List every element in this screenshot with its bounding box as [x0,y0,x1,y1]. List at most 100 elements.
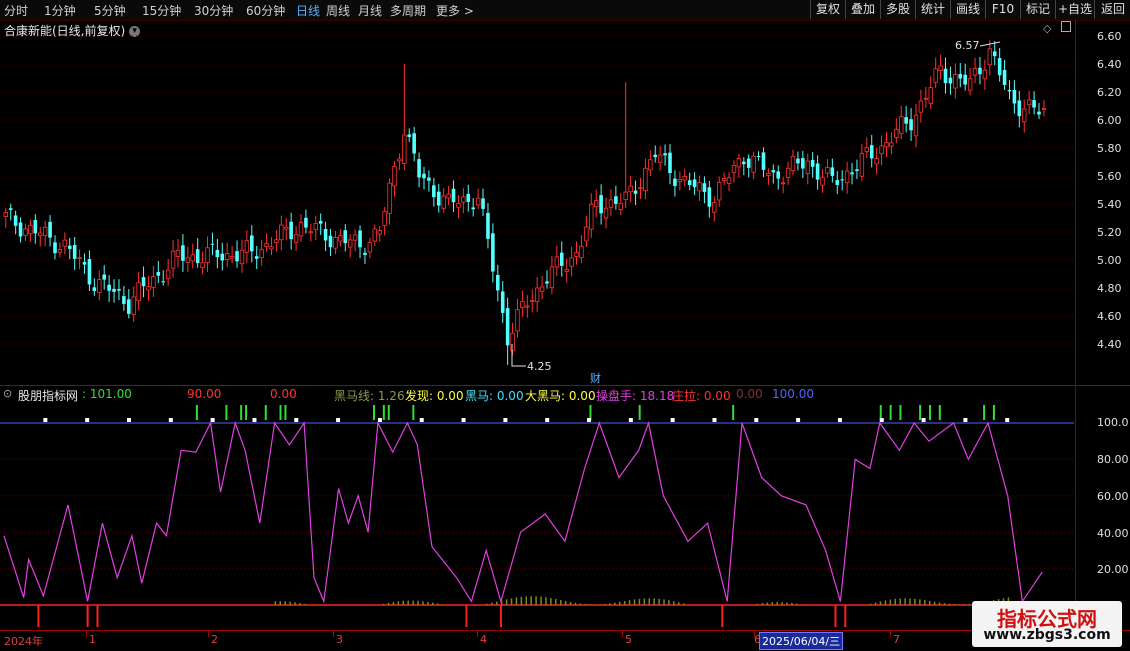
heimaxian-bar [589,604,591,605]
heimaxian-bar [761,603,764,605]
signal-bar [264,405,267,420]
heimaxian-bar [874,602,877,605]
signal-bar [879,405,882,420]
x-separator [622,631,623,637]
price-label: 6.00 [1097,114,1122,127]
marker-square [1005,418,1010,422]
indicator-chart[interactable] [0,0,1074,630]
price-label: 6.60 [1097,30,1122,43]
signal-bar [279,405,282,420]
signal-bar [589,405,592,420]
heimaxian-bar [633,599,636,605]
marker-square [796,418,801,422]
marker-square [503,418,508,422]
heimaxian-bar [953,604,956,605]
heimaxian-bar [899,598,901,605]
x-label: 2024年 [4,635,43,648]
x-separator [208,631,209,637]
signal-bar [899,405,902,420]
heimaxian-bar [766,602,769,605]
x-label: 2 [211,633,218,646]
marker-square [879,418,884,422]
heimaxian-bar [441,604,444,605]
heimaxian-bar [604,603,606,605]
marker-square [587,418,592,422]
x-separator [86,631,87,637]
heimaxian-bar [678,602,680,605]
heimaxian-bar [486,603,488,605]
price-label: 5.60 [1097,170,1122,183]
heimaxian-bar [673,601,675,605]
heimaxian-bar [402,600,405,605]
heimaxian-bar [948,603,951,605]
heimaxian-bar [496,601,498,605]
heimaxian-bar [279,601,282,605]
indicator-axis-label: 40.00 [1097,527,1129,540]
heimaxian-bar [289,601,291,605]
heimaxian-bar [599,604,601,605]
heimaxian-bar [619,601,621,605]
price-label: 5.00 [1097,254,1122,267]
price-label: 5.80 [1097,142,1122,155]
heimaxian-bar [668,600,670,605]
x-label: 4 [480,633,487,646]
x-separator [890,631,891,637]
heimaxian-bar [968,604,970,605]
heimaxian-bar [928,600,931,605]
heimaxian-bar [530,596,532,605]
price-label: 6.20 [1097,86,1122,99]
heimaxian-bar [648,598,651,605]
heimaxian-bar [505,599,508,605]
heimaxian-bar [963,604,965,605]
heimaxian-bar [574,602,577,605]
heimaxian-bar [520,596,523,605]
heimaxian-bar [515,597,518,605]
x-label: 7 [893,633,900,646]
marker-square [837,418,842,422]
heimaxian-bar [284,601,286,605]
marker-square [294,418,299,422]
heimaxian-bar [535,596,537,605]
heimaxian-bar [436,603,439,605]
price-label: 4.60 [1097,310,1122,323]
signal-bar [373,405,375,420]
marker-square [712,418,717,422]
heimaxian-bar [933,601,936,605]
watermark-url: www.zbgs3.com [983,627,1111,643]
heimaxian-bar [412,600,414,605]
x-label: 3 [336,633,343,646]
marker-square [43,418,48,422]
heimaxian-bar [304,603,306,605]
x-separator [477,631,478,637]
heimaxian-bar [879,601,882,605]
marker-square [336,418,341,422]
signal-bar [889,405,892,420]
heimaxian-bar [397,601,400,605]
marker-square [127,418,131,422]
heimaxian-bar [427,601,429,605]
marker-square [670,418,675,422]
heimaxian-bar [584,604,587,605]
heimaxian-bar [579,603,582,605]
heimaxian-bar [392,601,395,605]
signal-bar [412,405,415,420]
back-button[interactable]: 返回 [1094,0,1130,19]
price-label: 4.80 [1097,282,1122,295]
heimaxian-bar [491,602,493,605]
heimaxian-bar [555,598,557,605]
heimaxian-bar [525,596,528,605]
signal-bar [938,405,941,420]
price-label: 6.40 [1097,58,1122,71]
marker-square [168,418,173,422]
signal-bar [732,405,735,420]
heimaxian-bar [801,604,803,605]
heimaxian-bar [791,602,793,605]
cursor-date: 2025/06/04/三 [759,632,844,650]
price-label: 4.40 [1097,338,1122,351]
heimaxian-bar [663,599,665,605]
marker-square [545,418,550,422]
signal-bar [245,405,248,420]
heimaxian-bar [904,598,906,605]
price-label: 5.40 [1097,198,1122,211]
heimaxian-bar [382,603,385,605]
